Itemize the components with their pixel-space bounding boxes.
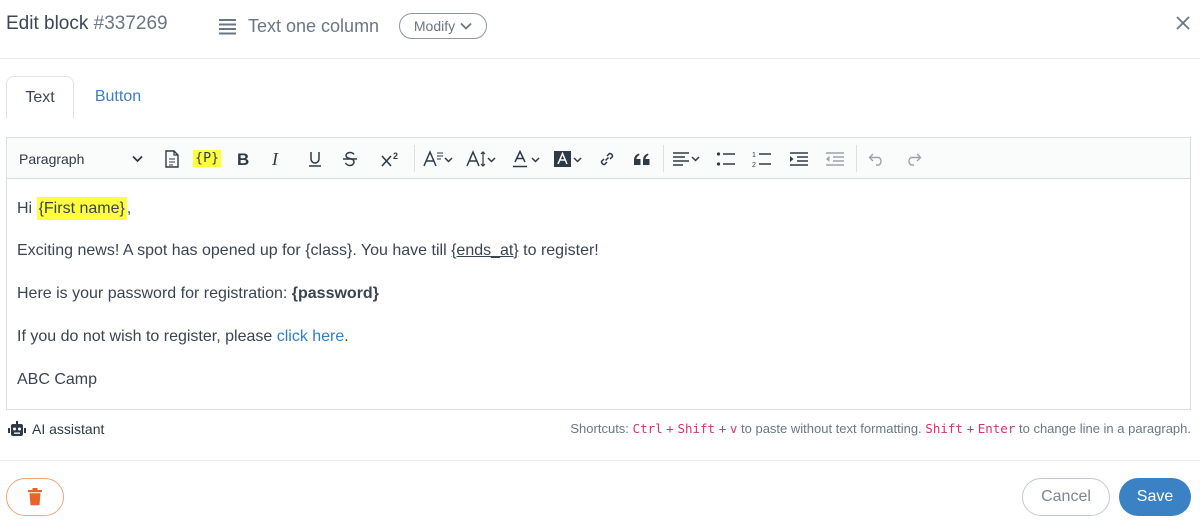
header-divider	[0, 58, 1200, 59]
kbd-plus: +	[718, 421, 727, 436]
modal-title: Edit block #337269	[6, 13, 168, 35]
text-span: Exciting news! A spot has opened up for …	[17, 242, 452, 259]
bullet-list-icon[interactable]	[713, 138, 739, 179]
strikethrough-icon[interactable]	[338, 138, 362, 179]
text-span: to register!	[518, 242, 599, 259]
modify-button[interactable]: Modify	[399, 13, 487, 39]
block-type-label: Text one column	[248, 15, 380, 36]
rich-text-editor: Paragraph {P} B I 2 1 2 Hi {First name} …	[6, 137, 1191, 410]
redo-icon[interactable]	[900, 138, 926, 179]
italic-icon[interactable]: I	[265, 138, 289, 179]
text-span: If you do not wish to register, please	[17, 328, 277, 345]
kbd-shift: Shift	[925, 421, 963, 436]
block-type: Text one column	[218, 13, 379, 39]
robot-icon	[8, 421, 26, 436]
tab-button[interactable]: Button	[90, 76, 146, 118]
kbd-v: v	[729, 421, 738, 436]
content-line-signature: ABC Camp	[17, 371, 98, 388]
delete-button[interactable]	[6, 478, 64, 516]
click-here-link[interactable]: click here	[277, 328, 345, 345]
content-line-announcement: Exciting news! A spot has opened up for …	[17, 242, 599, 260]
placeholder-tag: {P}	[192, 150, 222, 167]
font-family-icon[interactable]	[420, 138, 456, 179]
close-icon[interactable]	[1174, 14, 1192, 32]
bold-icon[interactable]: B	[231, 138, 255, 179]
toolbar-separator	[663, 145, 664, 172]
content-line-password: Here is your password for registration: …	[17, 285, 379, 303]
paragraph-style-value: Paragraph	[19, 150, 85, 167]
ai-assistant-label: AI assistant	[32, 421, 105, 437]
kbd-plus: +	[966, 421, 975, 436]
modal-header: Edit block #337269 Text one column Modif…	[0, 0, 1200, 52]
modify-label: Modify	[413, 18, 456, 34]
password-placeholder: {password}	[291, 285, 379, 302]
font-size-icon[interactable]	[463, 138, 499, 179]
document-icon[interactable]	[159, 138, 185, 179]
superscript-icon[interactable]: 2	[377, 138, 405, 179]
trash-icon	[28, 488, 42, 506]
outdent-icon[interactable]	[822, 138, 848, 179]
shortcuts-label: Shortcuts:	[570, 421, 629, 436]
text-span: Here is your password for registration:	[17, 285, 292, 302]
save-button[interactable]: Save	[1119, 478, 1191, 516]
ai-assistant-button[interactable]: AI assistant	[8, 421, 104, 437]
toolbar-separator	[414, 145, 415, 172]
align-icon[interactable]	[669, 138, 705, 179]
footer-divider	[0, 460, 1200, 461]
paragraph-style-select[interactable]: Paragraph	[15, 138, 147, 179]
indent-icon[interactable]	[786, 138, 812, 179]
font-color-icon[interactable]	[509, 138, 545, 179]
ends-at-placeholder: {ends_at}	[451, 242, 519, 259]
kbd-enter: Enter	[977, 421, 1016, 436]
text-span: Hi	[17, 200, 37, 217]
text-span: ,	[126, 200, 132, 217]
menu-lines-icon	[219, 19, 236, 35]
chevron-down-icon	[132, 155, 143, 162]
svg-text:1: 1	[752, 152, 756, 159]
block-id: #337269	[93, 13, 168, 34]
content-line-unsubscribe: If you do not wish to register, please c…	[17, 328, 349, 346]
svg-text:B: B	[237, 151, 249, 167]
svg-text:I: I	[271, 151, 279, 167]
toolbar-separator	[856, 145, 857, 172]
kbd-ctrl: Ctrl	[632, 421, 663, 436]
tab-text[interactable]: Text	[6, 76, 74, 118]
numbered-list-icon[interactable]: 12	[749, 138, 775, 179]
placeholder-icon[interactable]: {P}	[192, 138, 222, 179]
editor-toolbar: Paragraph {P} B I 2 1 2	[7, 138, 1190, 179]
title-text: Edit block	[6, 13, 89, 34]
svg-text:2: 2	[393, 151, 398, 161]
kbd-plus: +	[666, 421, 674, 436]
highlight-color-icon[interactable]	[551, 138, 587, 179]
kbd-shift: Shift	[677, 421, 716, 436]
cancel-button[interactable]: Cancel	[1022, 478, 1110, 516]
undo-icon[interactable]	[864, 138, 890, 179]
shortcuts-hint: Shortcuts: Ctrl + Shift + v to paste wit…	[570, 421, 1191, 436]
text-span: .	[344, 328, 349, 345]
chevron-down-icon	[460, 22, 472, 30]
svg-text:2: 2	[752, 162, 756, 168]
blockquote-icon[interactable]	[629, 138, 655, 179]
underline-icon[interactable]	[303, 138, 327, 179]
newline-hint-text: to change line in a paragraph.	[1018, 421, 1191, 436]
content-line-greeting: Hi {First name},	[17, 197, 132, 220]
first-name-placeholder: {First name}	[36, 197, 127, 220]
paste-hint-text: to paste without text formatting.	[741, 421, 922, 436]
link-icon[interactable]	[595, 138, 619, 179]
